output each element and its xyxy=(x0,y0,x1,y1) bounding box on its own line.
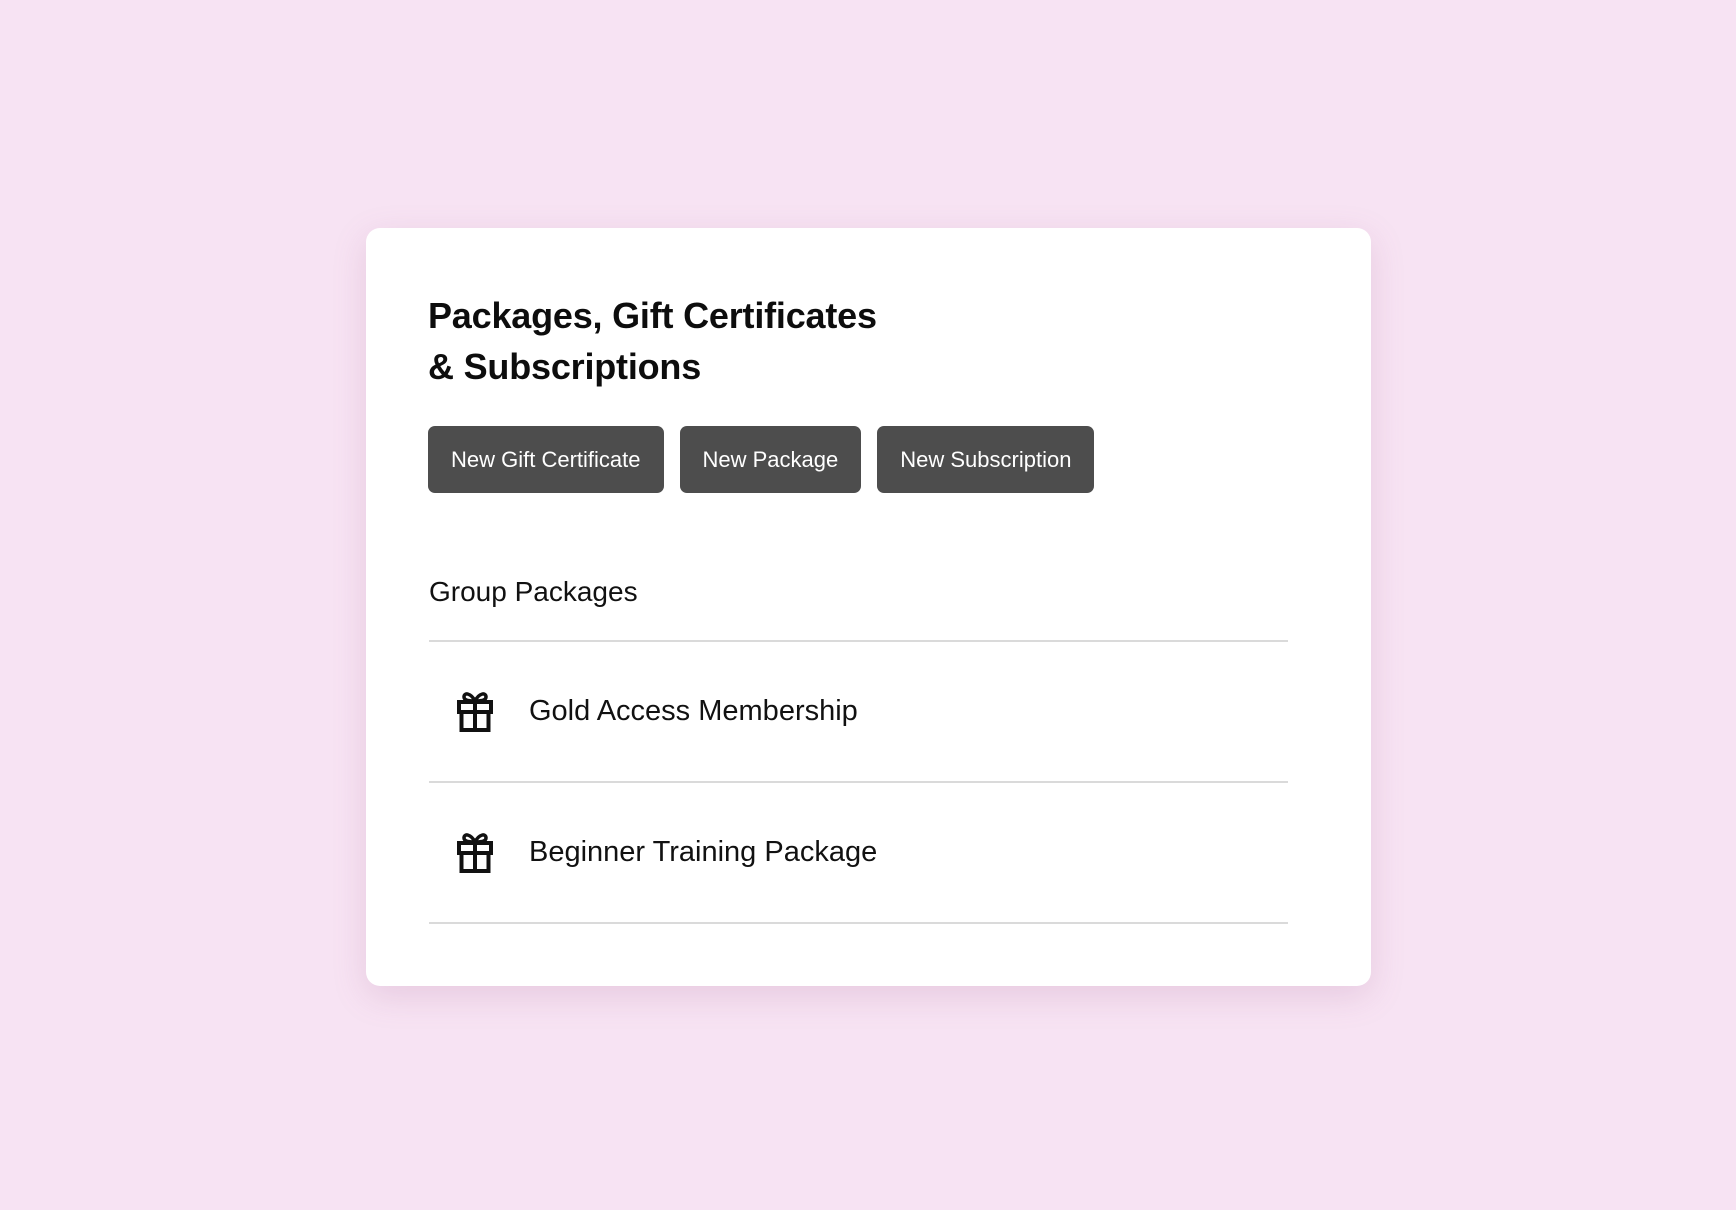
new-subscription-button[interactable]: New Subscription xyxy=(877,426,1095,493)
new-gift-certificate-button[interactable]: New Gift Certificate xyxy=(428,426,664,493)
page-title-line-1: Packages, Gift Certificates xyxy=(428,295,877,336)
list-item-gold-access-membership[interactable]: Gold Access Membership xyxy=(429,642,1288,783)
page-title: Packages, Gift Certificates & Subscripti… xyxy=(428,290,877,392)
section-title-group-packages: Group Packages xyxy=(429,576,638,607)
item-label: Beginner Training Package xyxy=(529,836,878,868)
action-buttons: New Gift Certificate New Package New Sub… xyxy=(428,426,1095,493)
packages-card: Packages, Gift Certificates & Subscripti… xyxy=(366,228,1371,986)
item-label: Gold Access Membership xyxy=(529,695,858,727)
package-list: Gold Access Membership Beginner Training… xyxy=(429,640,1288,924)
gift-icon xyxy=(456,832,494,874)
page-title-line-2: & Subscriptions xyxy=(428,346,702,387)
gift-icon xyxy=(456,691,494,733)
new-package-button[interactable]: New Package xyxy=(679,426,862,493)
list-item-beginner-training-package[interactable]: Beginner Training Package xyxy=(429,783,1288,924)
